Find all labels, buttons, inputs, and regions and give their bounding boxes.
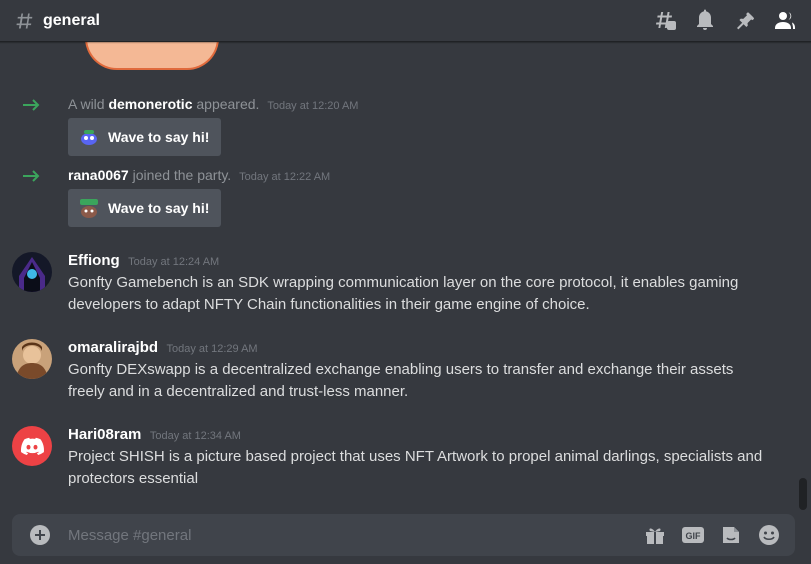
author-name[interactable]: omaralirajbd (68, 339, 158, 356)
scrollbar-thumb[interactable] (799, 478, 807, 510)
message-header: omaralirajbd Today at 12:29 AM (68, 339, 258, 357)
wave-button[interactable]: Wave to say hi! (68, 118, 222, 156)
members-icon[interactable] (773, 8, 797, 32)
username[interactable]: demonerotic (108, 96, 192, 112)
wave-button[interactable]: Wave to say hi! (68, 189, 222, 227)
message-header: Hari08ram Today at 12:34 AM (68, 426, 241, 444)
composer-toolbar: GIF (643, 523, 781, 547)
message-list: A wild demonerotic appeared. Today at 12… (0, 42, 811, 512)
system-prefix: A wild (68, 96, 109, 112)
wave-button-label: Wave to say hi! (108, 200, 210, 216)
avatar[interactable] (12, 426, 52, 466)
threads-icon[interactable] (653, 8, 677, 32)
discord-channel-view: general A wild demonerotic appeared. Tod… (0, 0, 811, 564)
username[interactable]: rana0067 (68, 167, 129, 183)
avatar[interactable] (12, 252, 52, 292)
hashtag-icon (16, 13, 33, 28)
message-content: Gonfty Gamebench is an SDK wrapping comm… (68, 274, 739, 313)
system-suffix: appeared. (192, 96, 260, 112)
system-message-text: A wild demonerotic appeared. Today at 12… (68, 96, 358, 112)
message-header: Effiong Today at 12:24 AM (68, 252, 219, 270)
system-message-text: rana0067 joined the party. Today at 12:2… (68, 167, 330, 183)
author-name[interactable]: Effiong (68, 252, 120, 269)
message-content: Project SHISH is a picture based project… (68, 448, 763, 487)
wumpus-sticker-icon (81, 130, 97, 145)
message-composer: GIF (12, 514, 795, 556)
timestamp: Today at 12:20 AM (267, 100, 359, 112)
character-avatar-icon (12, 339, 52, 379)
sup-sticker-icon (80, 199, 98, 218)
header-toolbar (653, 8, 797, 32)
discord-logo-icon (12, 426, 52, 466)
emoji-icon[interactable] (757, 523, 781, 547)
pin-icon[interactable] (733, 8, 757, 32)
timestamp: Today at 12:22 AM (239, 171, 331, 183)
bell-icon[interactable] (693, 8, 717, 32)
wave-button-label: Wave to say hi! (108, 129, 210, 145)
gif-label: GIF (686, 531, 702, 541)
avatar-image-partial (85, 42, 219, 70)
gift-icon[interactable] (643, 523, 667, 547)
avatar[interactable] (12, 339, 52, 379)
join-arrow-icon (23, 99, 40, 111)
timestamp: Today at 12:29 AM (166, 343, 258, 355)
timestamp: Today at 12:24 AM (128, 256, 220, 268)
channel-header: general (0, 0, 811, 42)
hooded-figure-avatar-icon (12, 252, 52, 292)
channel-title: general (43, 11, 100, 29)
gif-icon[interactable]: GIF (681, 523, 705, 547)
sticker-icon[interactable] (719, 523, 743, 547)
author-name[interactable]: Hari08ram (68, 426, 141, 443)
timestamp: Today at 12:34 AM (149, 430, 241, 442)
message-input[interactable] (68, 514, 628, 556)
attach-plus-icon[interactable] (28, 523, 52, 547)
message-content: Gonfty DEXswapp is a decentralized excha… (68, 361, 734, 400)
system-suffix: joined the party. (128, 167, 232, 183)
join-arrow-icon (23, 170, 40, 182)
